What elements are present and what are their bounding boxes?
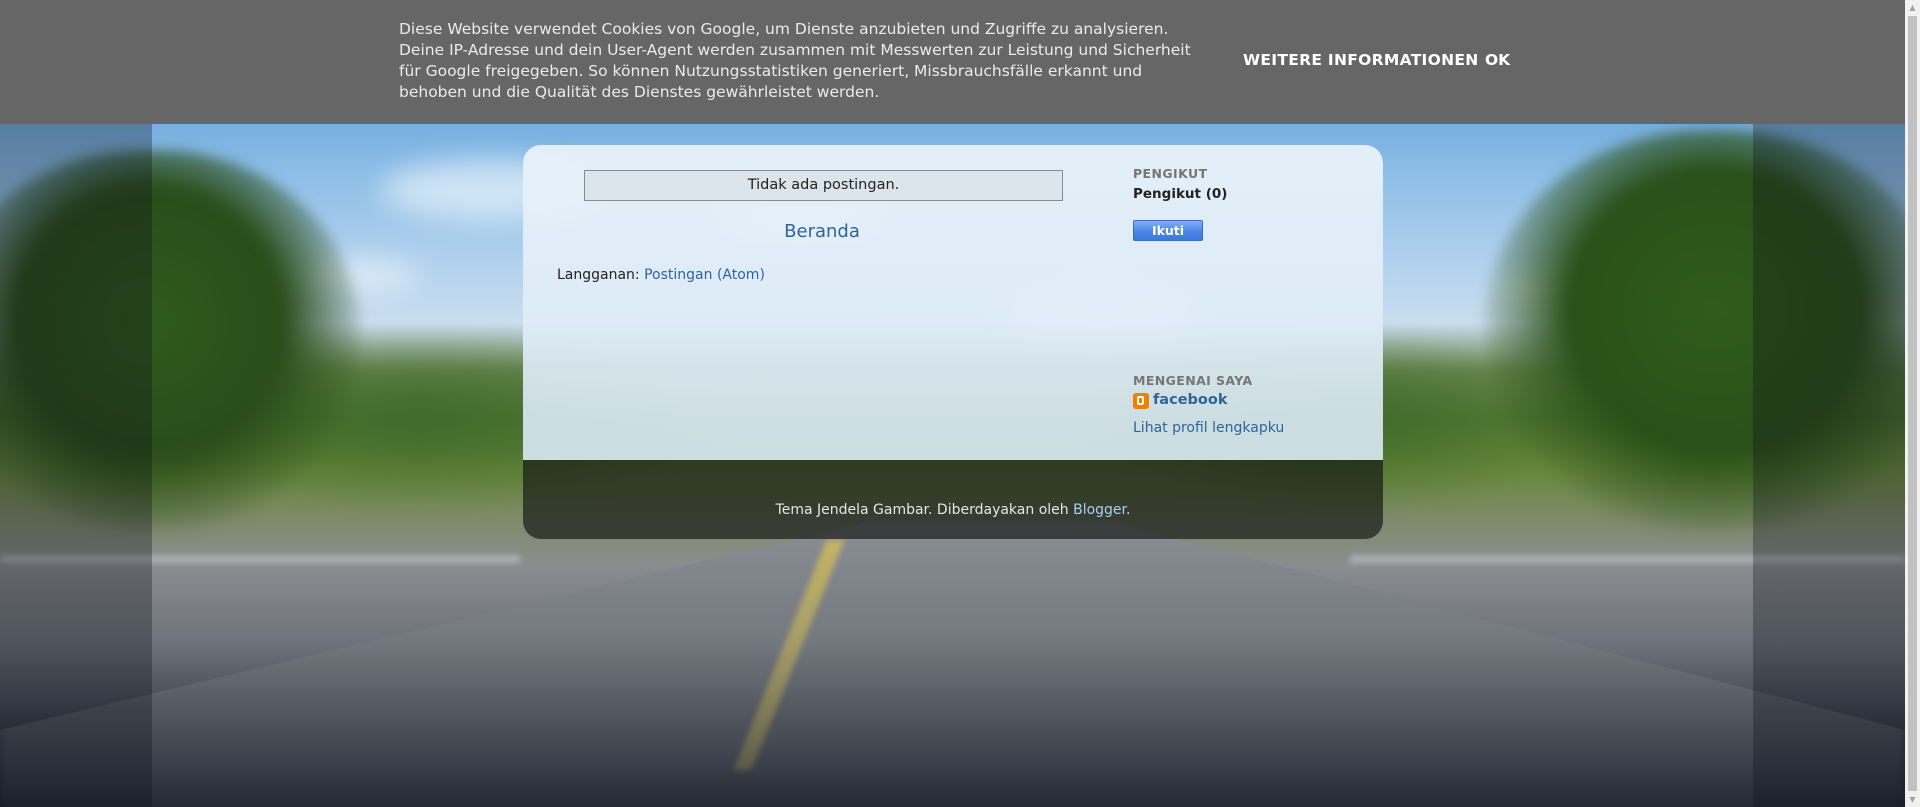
- followers-count: Pengikut (0): [1133, 186, 1228, 202]
- view-full-profile-link[interactable]: Lihat profil lengkapku: [1133, 420, 1284, 436]
- vertical-scrollbar[interactable]: ▲ ▼: [1905, 0, 1920, 807]
- blog-footer: [523, 460, 1383, 539]
- profile-name-link[interactable]: facebook: [1153, 392, 1227, 408]
- scroll-down-arrow-icon[interactable]: ▼: [1905, 792, 1920, 807]
- subscribe-line: Langganan: Postingan (Atom): [557, 267, 765, 283]
- footer-attribution: Tema Jendela Gambar. Diberdayakan oleh B…: [523, 502, 1383, 518]
- blogger-link[interactable]: Blogger: [1073, 502, 1126, 518]
- cookie-ok-button[interactable]: OK: [1485, 51, 1510, 69]
- home-link[interactable]: Beranda: [523, 221, 1121, 242]
- cookie-consent-bar: Diese Website verwendet Cookies von Goog…: [0, 0, 1905, 124]
- main-column: Tidak ada postingan. Beranda Langganan: …: [523, 145, 1383, 460]
- more-info-link[interactable]: WEITERE INFORMATIONEN: [1243, 51, 1479, 69]
- footer-period: .: [1126, 502, 1131, 518]
- blogger-icon: [1133, 393, 1149, 409]
- theme-attribution-text: Tema Jendela Gambar. Diberdayakan oleh: [775, 502, 1074, 518]
- atom-feed-link[interactable]: Postingan (Atom): [644, 267, 765, 283]
- no-posts-message: Tidak ada postingan.: [584, 170, 1063, 201]
- scrollbar-thumb[interactable]: [1908, 16, 1917, 791]
- blog-content-panel: Tidak ada postingan. Beranda Langganan: …: [523, 145, 1383, 539]
- subscribe-label: Langganan:: [557, 267, 640, 283]
- cookie-notice-text: Diese Website verwendet Cookies von Goog…: [399, 20, 1191, 101]
- about-me-title: MENGENAI SAYA: [1133, 373, 1253, 388]
- followers-widget-title: PENGIKUT: [1133, 166, 1208, 181]
- scroll-up-arrow-icon[interactable]: ▲: [1905, 0, 1920, 15]
- follow-button[interactable]: Ikuti: [1133, 220, 1203, 241]
